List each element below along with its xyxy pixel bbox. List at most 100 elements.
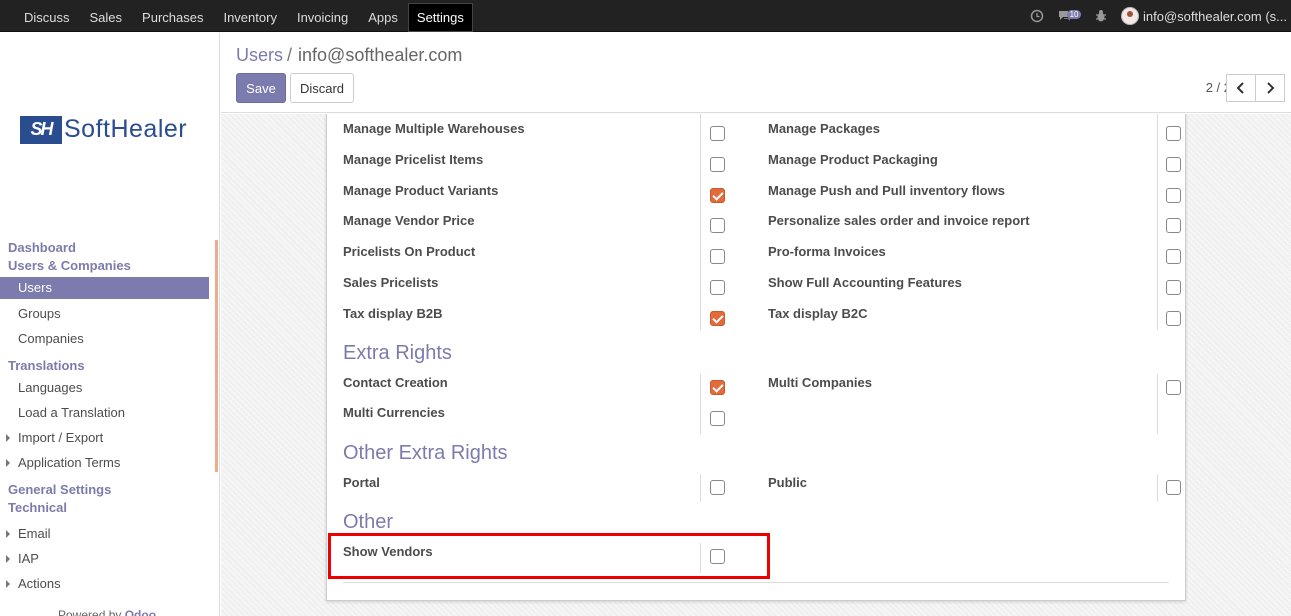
right-checkbox-left-3[interactable] [710,218,725,233]
menu-discuss[interactable]: Discuss [14,3,80,32]
field-divider [700,145,701,176]
breadcrumb-users-link[interactable]: Users [236,45,283,65]
nav-dashboard[interactable]: Dashboard [0,239,214,257]
nav-item-iap[interactable]: IAP [0,546,214,571]
public-checkbox[interactable] [1166,480,1181,495]
settings-nav: Dashboard Users & Companies Users Groups… [0,239,214,596]
right-checkbox-left-1[interactable] [710,157,725,172]
multi-currencies-checkbox[interactable] [710,411,725,426]
pager-previous-button[interactable] [1226,74,1256,102]
discard-button[interactable]: Discard [290,73,354,103]
menu-purchases[interactable]: Purchases [132,3,213,32]
field-divider [1157,176,1158,207]
right-label-right-5: Show Full Accounting Features [768,275,962,290]
right-checkbox-right-1[interactable] [1166,157,1181,172]
sidebar-scroll-indicator [215,240,218,472]
right-label-right-6: Tax display B2C [768,306,868,321]
portal-checkbox[interactable] [710,480,725,495]
right-label-right-0: Manage Packages [768,121,881,136]
nav-item-users[interactable]: Users [0,277,209,299]
nav-item-application-terms[interactable]: Application Terms [0,450,214,475]
right-checkbox-right-0[interactable] [1166,126,1181,141]
user-form-sheet: Manage Multiple Warehouses Manage Priceli… [326,114,1186,601]
right-label-left-5: Sales Pricelists [343,275,439,290]
field-divider [1157,268,1158,299]
top-navbar: Discuss Sales Purchases Inventory Invoic… [0,0,1291,32]
right-label-right-1: Manage Product Packaging [768,152,938,167]
right-checkbox-left-2[interactable] [710,188,725,203]
field-divider [1157,145,1158,176]
nav-technical[interactable]: Technical [0,499,214,517]
nav-general-settings[interactable]: General Settings [0,481,214,499]
contact-creation-label: Contact Creation [343,375,448,390]
right-label-left-0: Manage Multiple Warehouses [343,121,525,136]
powered-by: Powered by Odoo [58,608,157,616]
nav-item-languages[interactable]: Languages [0,375,214,400]
field-divider [700,114,701,145]
right-checkbox-left-5[interactable] [710,280,725,295]
nav-item-load-translation[interactable]: Load a Translation [0,400,214,425]
messages-icon[interactable]: 10 [1051,0,1087,32]
pager-next-button[interactable] [1255,74,1285,102]
breadcrumb: Users / info@softhealer.com [236,45,462,66]
right-checkbox-right-2[interactable] [1166,188,1181,203]
nav-item-actions[interactable]: Actions [0,571,214,596]
caret-right-icon [6,434,10,442]
multi-companies-checkbox[interactable] [1166,380,1181,395]
right-label-right-4: Pro-forma Invoices [768,244,886,259]
control-panel: Users / info@softhealer.com Save Discard 2… [221,33,1291,113]
right-checkbox-left-4[interactable] [710,249,725,264]
field-divider [1157,114,1158,145]
nav-item-groups[interactable]: Groups [0,301,214,326]
debug-bug-icon[interactable] [1087,0,1115,32]
breadcrumb-separator: / [287,45,293,65]
logo-mark: SH [20,115,62,144]
nav-users-companies[interactable]: Users & Companies [0,257,214,275]
highlight-box [328,533,770,579]
field-divider [700,299,701,330]
messages-count-badge: 10 [1066,9,1082,19]
menu-inventory[interactable]: Inventory [213,3,286,32]
caret-right-icon [6,555,10,563]
activity-clock-icon[interactable] [1023,0,1051,32]
divider [343,582,1169,583]
contact-creation-checkbox[interactable] [710,380,725,395]
chevron-left-icon [1236,82,1244,94]
caret-right-icon [6,580,10,588]
multi-companies-label: Multi Companies [768,375,873,390]
user-menu[interactable]: info@softhealer.com (s... [1115,7,1291,25]
nav-item-import-export[interactable]: Import / Export [0,425,214,450]
app-menu: Discuss Sales Purchases Inventory Invoic… [14,3,473,32]
nav-translations[interactable]: Translations [0,357,214,375]
right-checkbox-right-3[interactable] [1166,218,1181,233]
menu-sales[interactable]: Sales [80,3,133,32]
caret-right-icon [6,459,10,467]
public-label: Public [768,475,808,490]
field-divider [700,176,701,207]
right-checkbox-right-4[interactable] [1166,249,1181,264]
menu-apps[interactable]: Apps [358,3,408,32]
multi-currencies-label: Multi Currencies [343,405,445,420]
right-label-left-1: Manage Pricelist Items [343,152,484,167]
nav-item-email[interactable]: Email [0,521,214,546]
caret-right-icon [6,530,10,538]
field-divider [700,237,701,268]
right-checkbox-left-6[interactable] [710,311,725,326]
right-checkbox-left-0[interactable] [710,126,725,141]
company-logo: SH SoftHealer [20,115,187,144]
field-divider [1157,299,1158,330]
save-button[interactable]: Save [236,73,286,103]
field-divider [700,206,701,237]
field-divider [1157,206,1158,237]
right-label-right-3: Personalize sales order and invoice repo… [768,213,1030,228]
menu-invoicing[interactable]: Invoicing [287,3,358,32]
right-label-right-2: Manage Push and Pull inventory flows [768,183,1005,198]
nav-item-companies[interactable]: Companies [0,326,214,351]
right-checkbox-right-6[interactable] [1166,311,1181,326]
menu-settings[interactable]: Settings [407,3,473,32]
right-label-left-6: Tax display B2B [343,306,443,321]
logo-text: SoftHealer [64,115,188,143]
right-checkbox-right-5[interactable] [1166,280,1181,295]
sidebar: SH SoftHealer Dashboard Users & Companie… [0,33,220,616]
other-extra-rights-title: Other Extra Rights [343,442,508,464]
